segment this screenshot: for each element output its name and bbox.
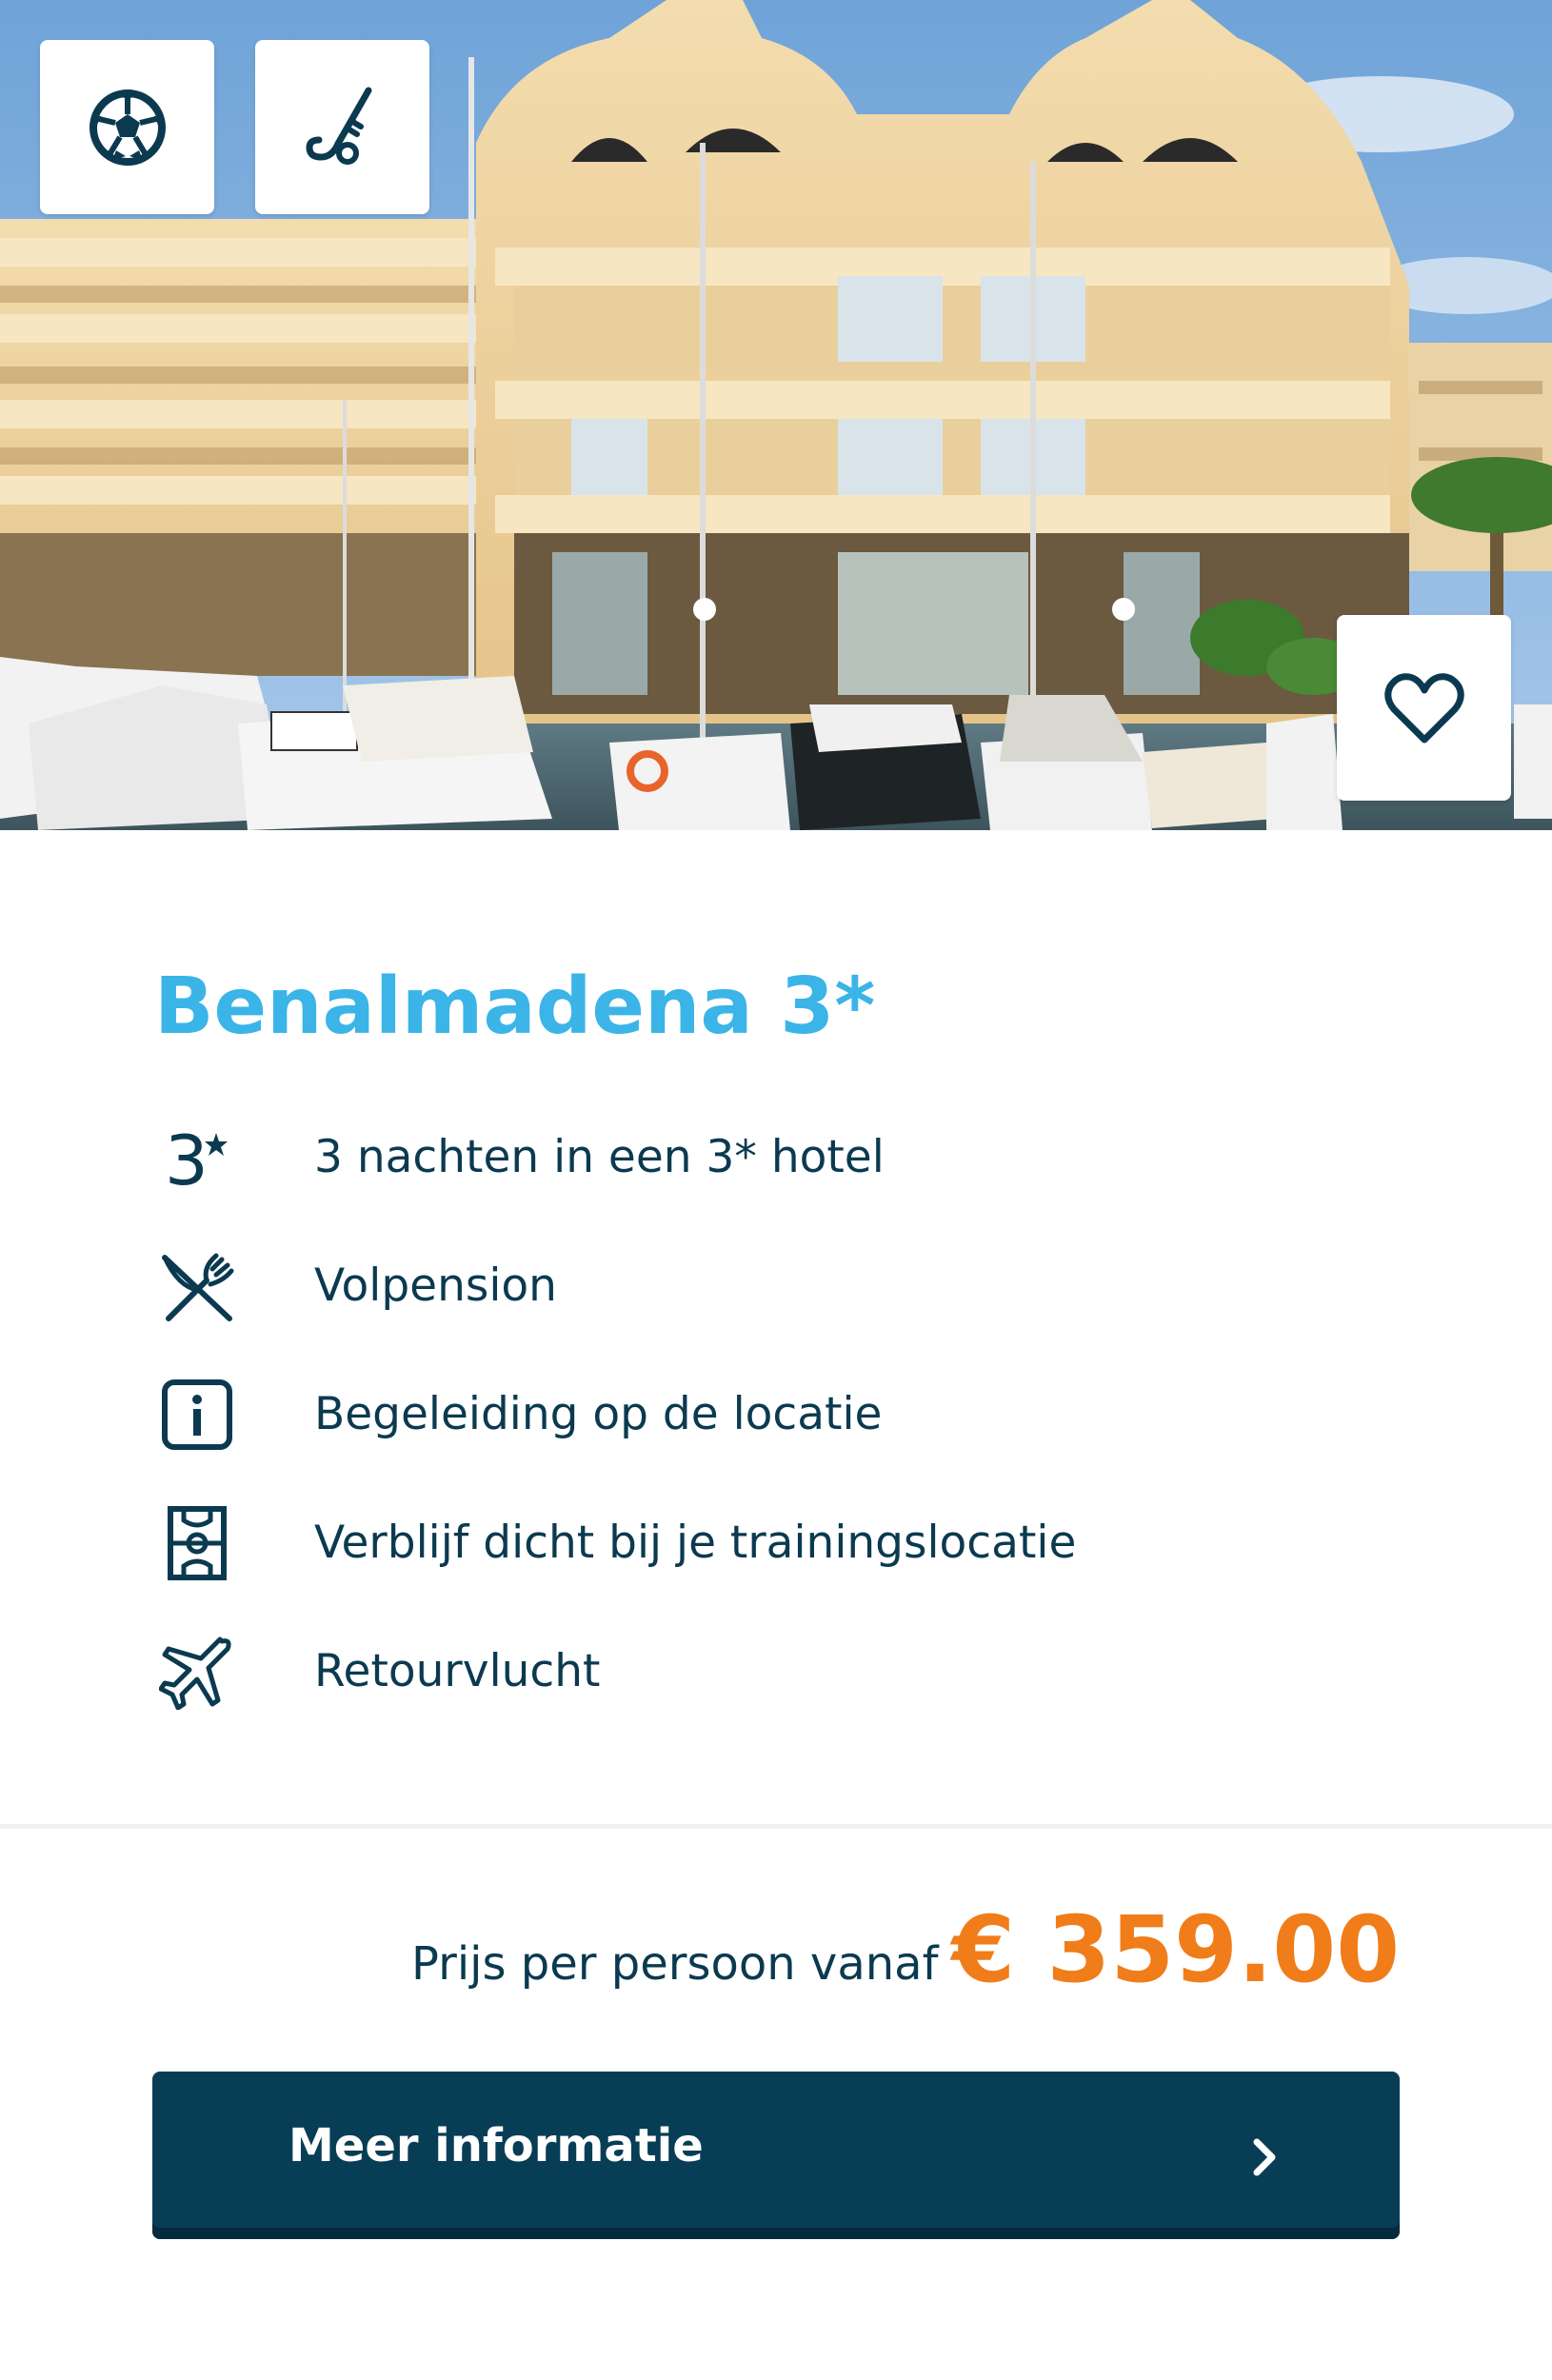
cutlery-icon — [154, 1243, 240, 1329]
heart-icon — [1383, 672, 1464, 743]
price-value: € 359.00 — [951, 1896, 1400, 2003]
feature-label: Retourvlucht — [314, 1645, 601, 1697]
feature-label: Verblijf dicht bij je trainingslocatie — [314, 1517, 1077, 1569]
sports-field-icon — [154, 1500, 240, 1586]
hotel-photo[interactable] — [0, 0, 1552, 830]
feature-item: Volpension — [154, 1221, 1392, 1350]
field-hockey-icon — [305, 87, 371, 165]
feature-item: Verblijf dicht bij je trainingslocatie — [154, 1478, 1392, 1607]
offer-title: Benalmadena 3* — [154, 962, 876, 1052]
info-icon — [154, 1372, 240, 1458]
more-info-button[interactable]: Meer informatie — [152, 2072, 1400, 2239]
feature-item: Retourvlucht — [154, 1607, 1392, 1735]
feature-item: 3 3 nachten in een 3* hotel — [154, 1093, 1392, 1221]
feature-label: 3 nachten in een 3* hotel — [314, 1131, 885, 1183]
hotel-photo-image — [0, 0, 1552, 830]
price-label: Prijs per persoon vanaf — [411, 1937, 939, 1991]
three-star-icon: 3 — [154, 1115, 240, 1200]
divider — [0, 1824, 1552, 1829]
more-info-label: Meer informatie — [289, 2119, 704, 2172]
airplane-icon — [154, 1629, 240, 1715]
soccer-ball-icon — [89, 89, 166, 166]
svg-text:3: 3 — [165, 1121, 209, 1196]
feature-label: Begeleiding op de locatie — [314, 1388, 883, 1440]
chevron-right-icon — [1253, 2138, 1276, 2176]
sport-badge-hockey — [255, 40, 429, 214]
favorite-button[interactable] — [1337, 615, 1511, 801]
feature-item: Begeleiding op de locatie — [154, 1350, 1392, 1478]
feature-label: Volpension — [314, 1259, 557, 1312]
sport-badge-soccer — [40, 40, 214, 214]
feature-list: 3 3 nachten in een 3* hotel Volpension B… — [154, 1093, 1392, 1735]
offer-card: Benalmadena 3* 3 3 nachten in een 3* hot… — [0, 0, 1552, 2380]
